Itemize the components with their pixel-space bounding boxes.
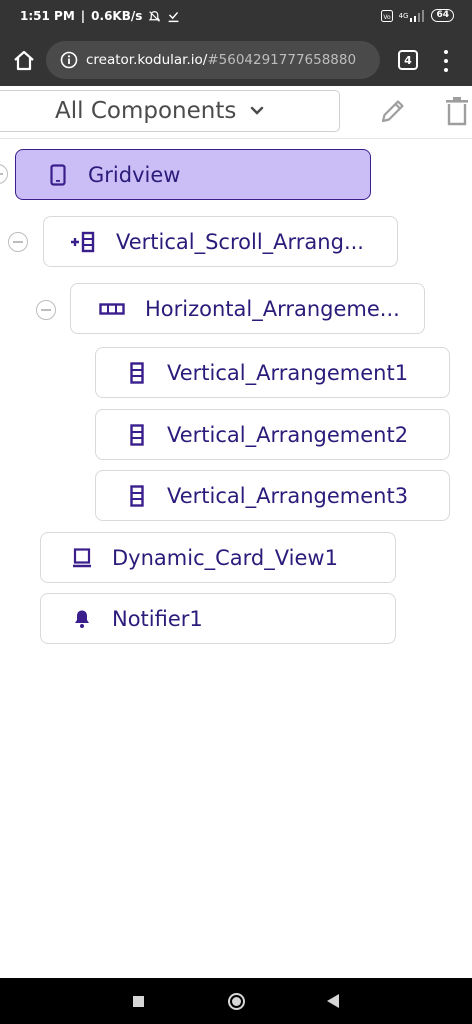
home-nav-button[interactable] <box>228 993 245 1010</box>
tab-switcher-button[interactable]: 4 <box>398 50 418 70</box>
tree-node-dynamic-card-view[interactable]: Dynamic_Card_View1 <box>40 532 396 583</box>
url-fragment: #5604291777658880 <box>207 52 357 68</box>
dropdown-label: All Components <box>55 98 237 124</box>
components-toolbar: All Components <box>0 86 472 139</box>
browser-menu-button[interactable] <box>438 48 454 74</box>
status-time: 1:51 PM <box>20 9 75 23</box>
download-icon <box>167 10 180 23</box>
vertical-arrangement-icon <box>127 361 147 384</box>
tree-node-gridview[interactable]: Gridview <box>15 149 371 200</box>
system-navigation-bar <box>0 978 472 1024</box>
info-icon[interactable] <box>60 51 78 69</box>
tree-node-vertical-arrangement2[interactable]: Vertical_Arrangement2 <box>95 409 450 460</box>
minus-icon <box>13 241 23 243</box>
status-speed: 0.6KB/s <box>91 9 143 23</box>
node-label: Horizontal_Arrangeme... <box>145 296 400 321</box>
vertical-scroll-arrangement-icon <box>70 231 96 252</box>
battery-icon: 64 <box>431 9 454 22</box>
home-icon <box>14 50 34 71</box>
signal-icon: 4G <box>399 9 426 22</box>
home-button[interactable] <box>10 47 38 75</box>
back-button[interactable] <box>327 994 339 1008</box>
node-label: Notifier1 <box>112 606 203 631</box>
minus-icon <box>0 173 3 175</box>
rename-button[interactable] <box>378 96 408 126</box>
address-bar[interactable]: creator.kodular.io/#5604291777658880 <box>46 41 380 79</box>
mute-icon <box>148 10 161 23</box>
url-text: creator.kodular.io/#5604291777658880 <box>86 52 356 68</box>
bell-icon <box>72 609 92 629</box>
dot-icon <box>444 50 448 54</box>
recents-button[interactable] <box>133 996 144 1007</box>
url-host: creator.kodular.io/ <box>86 52 208 68</box>
tree-node-horizontal-arrangement[interactable]: Horizontal_Arrangeme... <box>70 283 425 334</box>
delete-button[interactable] <box>444 95 470 127</box>
node-label: Gridview <box>88 162 181 187</box>
tree-node-vertical-scroll-arrangement[interactable]: Vertical_Scroll_Arrang... <box>43 216 398 267</box>
chevron-down-icon <box>251 106 264 115</box>
horizontal-arrangement-icon <box>99 299 125 319</box>
pencil-icon <box>381 100 404 123</box>
node-label: Vertical_Arrangement3 <box>167 483 409 508</box>
svg-text:Vo: Vo <box>383 14 391 21</box>
dot-icon <box>444 59 448 63</box>
collapse-toggle-vertical-scroll[interactable] <box>8 232 28 252</box>
node-label: Vertical_Arrangement2 <box>167 422 409 447</box>
node-label: Vertical_Arrangement1 <box>167 360 409 385</box>
tree-node-vertical-arrangement3[interactable]: Vertical_Arrangement3 <box>95 470 450 521</box>
dot-icon <box>444 68 448 72</box>
card-view-icon <box>72 547 92 568</box>
node-label: Vertical_Scroll_Arrang... <box>116 229 364 254</box>
phone-icon <box>48 163 68 186</box>
minus-icon <box>41 309 51 311</box>
status-bar: 1:51 PM | 0.6KB/s Vo 4G 64 <box>0 0 472 34</box>
trash-icon <box>446 97 468 126</box>
browser-toolbar: creator.kodular.io/#5604291777658880 4 <box>0 34 472 86</box>
tree-node-notifier[interactable]: Notifier1 <box>40 593 396 644</box>
component-filter-dropdown[interactable]: All Components <box>0 90 340 132</box>
collapse-toggle-gridview[interactable] <box>0 164 8 184</box>
vertical-arrangement-icon <box>127 423 147 446</box>
node-label: Dynamic_Card_View1 <box>112 545 338 570</box>
tree-node-vertical-arrangement1[interactable]: Vertical_Arrangement1 <box>95 347 450 398</box>
vertical-arrangement-icon <box>127 484 147 507</box>
collapse-toggle-horizontal[interactable] <box>36 300 56 320</box>
volte-icon: Vo <box>380 9 393 22</box>
